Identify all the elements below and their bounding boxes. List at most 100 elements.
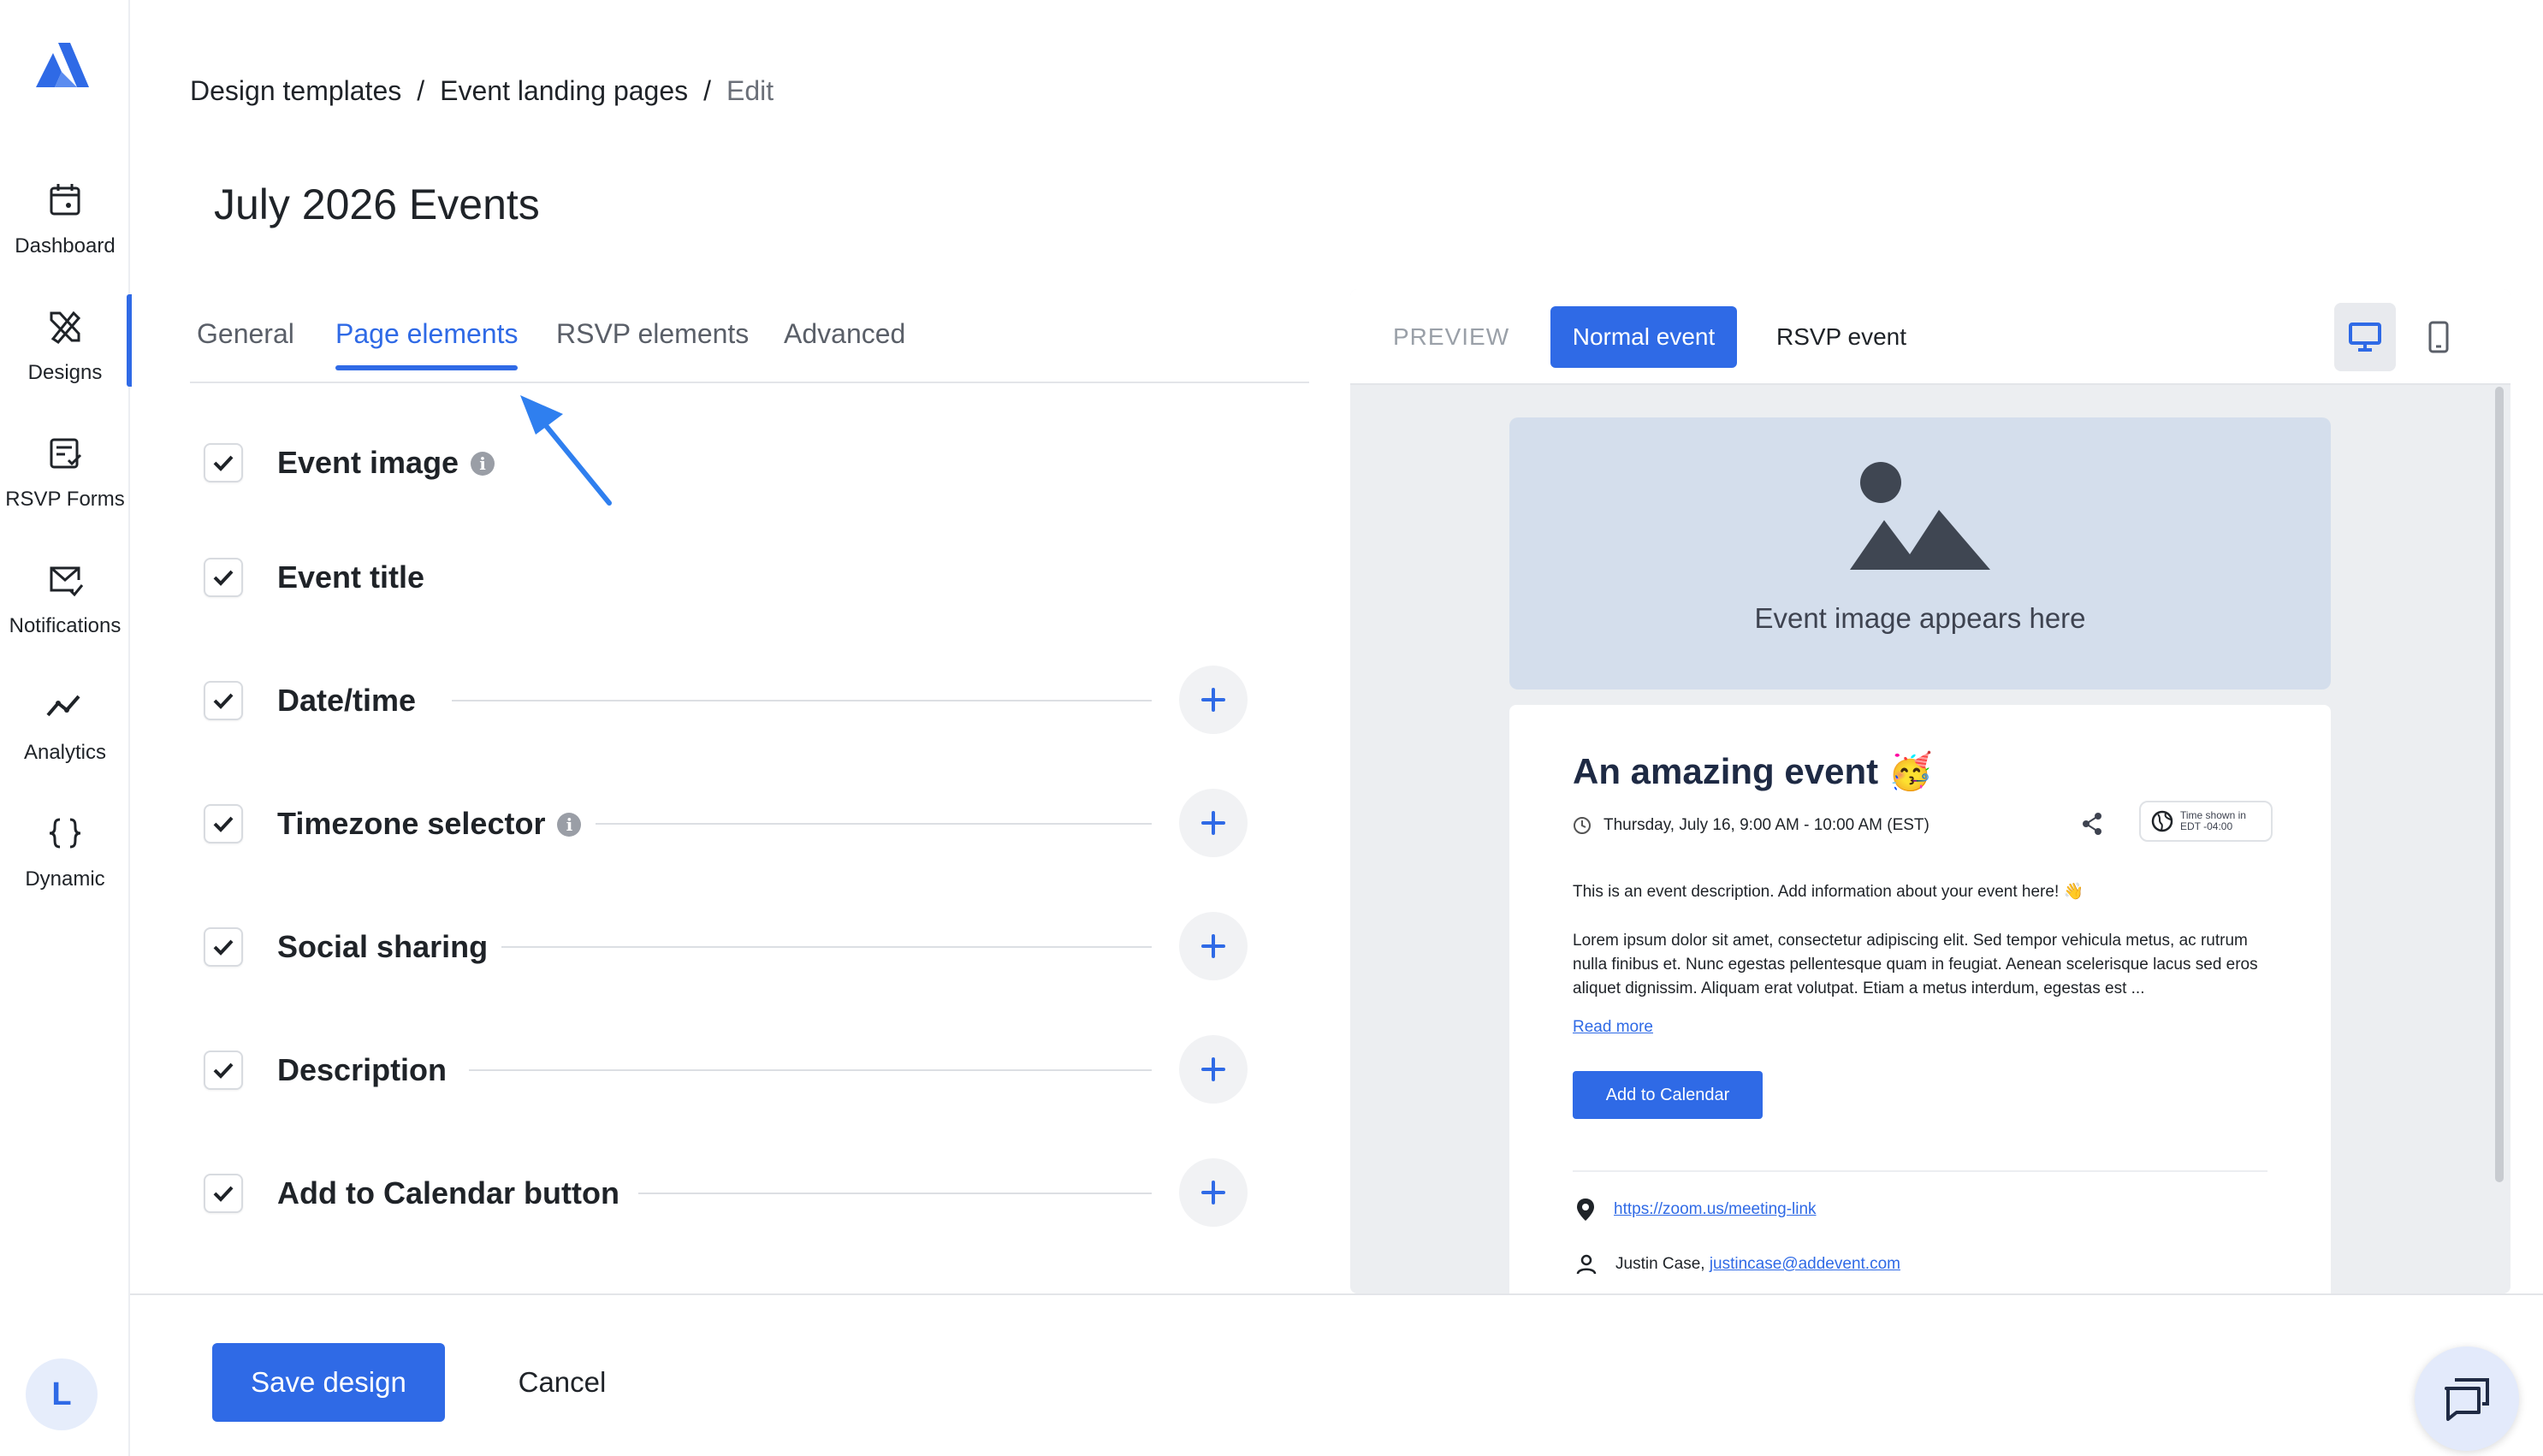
event-image-placeholder: Event image appears here bbox=[1509, 417, 2331, 690]
plus-icon bbox=[1201, 688, 1225, 712]
sidebar-item-label: Designs bbox=[27, 361, 103, 384]
sidebar-item-label: RSVP Forms bbox=[5, 488, 125, 511]
app-logo-icon[interactable] bbox=[33, 38, 92, 98]
desktop-view-button[interactable] bbox=[2334, 303, 2396, 371]
event-card: An amazing event 🥳 Thursday, July 16, 9:… bbox=[1509, 705, 2331, 1293]
normal-event-toggle[interactable]: Normal event bbox=[1550, 306, 1737, 368]
element-row-timezone-selector: Timezone selector i bbox=[204, 789, 1248, 857]
globe-icon bbox=[2151, 810, 2173, 832]
plus-icon bbox=[1201, 1181, 1225, 1204]
event-date-row: Thursday, July 16, 9:00 AM - 10:00 AM (E… bbox=[1573, 816, 1929, 835]
element-row-social-sharing: Social sharing bbox=[204, 912, 1248, 980]
element-label: Social sharing bbox=[277, 929, 489, 964]
timezone-selector[interactable]: Time shown in EDT -04:00 bbox=[2139, 801, 2273, 842]
add-to-calendar-button[interactable]: Add to Calendar bbox=[1573, 1071, 1763, 1119]
breadcrumb-separator: / bbox=[417, 75, 425, 106]
date-time-checkbox[interactable] bbox=[204, 681, 243, 720]
preview-panel: PREVIEW Normal event RSVP event Event im… bbox=[1350, 289, 2510, 1293]
chat-support-button[interactable] bbox=[2415, 1347, 2519, 1451]
event-description-body: Lorem ipsum dolor sit amet, consectetur … bbox=[1573, 932, 2258, 997]
breadcrumb-design-templates[interactable]: Design templates bbox=[190, 75, 401, 107]
info-icon[interactable]: i bbox=[557, 813, 582, 837]
tab-page-elements[interactable]: Page elements bbox=[335, 318, 519, 370]
image-icon bbox=[1850, 462, 1990, 570]
cancel-button[interactable]: Cancel bbox=[498, 1343, 626, 1422]
element-row-event-title: Event title bbox=[204, 542, 1248, 611]
sidebar-item-analytics[interactable]: Analytics bbox=[0, 674, 130, 785]
add-social-sharing-button[interactable] bbox=[1179, 912, 1248, 980]
element-row-date-time: Date/time bbox=[204, 666, 1248, 734]
organizer-email-link[interactable]: justincase@addevent.com bbox=[1710, 1255, 1900, 1273]
element-label: Event title bbox=[277, 559, 425, 595]
element-label: Event image bbox=[277, 445, 459, 480]
add-to-calendar-checkbox[interactable] bbox=[204, 1174, 243, 1213]
sidebar-item-label: Notifications bbox=[9, 614, 122, 637]
sidebar: Dashboard Designs RSVP Forms Notificatio… bbox=[0, 0, 132, 1456]
plus-icon bbox=[1201, 1057, 1225, 1081]
social-sharing-checkbox[interactable] bbox=[204, 927, 243, 967]
clock-icon bbox=[1574, 817, 1591, 834]
plus-icon bbox=[1201, 811, 1225, 835]
add-calendar-button-settings[interactable] bbox=[1179, 1158, 1248, 1227]
location-row: https://zoom.us/meeting-link bbox=[1576, 1198, 1817, 1222]
tz-line-2: EDT -04:00 bbox=[2180, 820, 2233, 832]
description-checkbox[interactable] bbox=[204, 1051, 243, 1090]
element-row-add-to-calendar: Add to Calendar button bbox=[204, 1158, 1248, 1227]
event-date-time: Thursday, July 16, 9:00 AM - 10:00 AM (E… bbox=[1603, 816, 1929, 834]
tab-rsvp-elements[interactable]: RSVP elements bbox=[556, 318, 749, 369]
sidebar-item-label: Dynamic bbox=[25, 867, 105, 891]
row-divider bbox=[452, 700, 1152, 701]
sidebar-item-rsvp-forms[interactable]: RSVP Forms bbox=[0, 421, 130, 532]
element-label: Description bbox=[277, 1052, 448, 1087]
read-more-link[interactable]: Read more bbox=[1573, 1018, 1653, 1037]
mobile-icon bbox=[2428, 321, 2449, 353]
element-label: Timezone selector bbox=[277, 806, 546, 841]
desktop-icon bbox=[2349, 323, 2381, 352]
event-image-checkbox[interactable] bbox=[204, 443, 243, 482]
breadcrumb-edit: Edit bbox=[726, 75, 774, 106]
calendar-icon bbox=[50, 184, 80, 216]
rsvp-form-icon bbox=[50, 438, 82, 469]
rsvp-event-toggle[interactable]: RSVP event bbox=[1756, 306, 1927, 368]
breadcrumb-separator: / bbox=[703, 75, 712, 106]
preview-label: PREVIEW bbox=[1393, 323, 1510, 350]
preview-toolbar: PREVIEW Normal event RSVP event bbox=[1350, 289, 2510, 385]
checkmark-icon bbox=[213, 693, 234, 709]
event-description: This is an event description. Add inform… bbox=[1573, 883, 2084, 901]
add-description-button[interactable] bbox=[1179, 1035, 1248, 1104]
tab-bar: General Page elements RSVP elements Adva… bbox=[190, 301, 1309, 383]
sidebar-item-dynamic[interactable]: Dynamic bbox=[0, 801, 130, 912]
info-icon[interactable]: i bbox=[471, 452, 495, 476]
person-icon bbox=[1576, 1254, 1597, 1275]
footer-bar: Save design Cancel bbox=[130, 1293, 2543, 1456]
add-date-time-button[interactable] bbox=[1179, 666, 1248, 734]
card-divider bbox=[1573, 1170, 2267, 1172]
avatar[interactable]: L bbox=[26, 1358, 98, 1430]
tab-advanced[interactable]: Advanced bbox=[784, 318, 905, 369]
row-divider bbox=[501, 946, 1152, 948]
add-timezone-selector-button[interactable] bbox=[1179, 789, 1248, 857]
checkmark-icon bbox=[213, 939, 234, 956]
tab-general[interactable]: General bbox=[197, 318, 294, 369]
timezone-selector-checkbox[interactable] bbox=[204, 804, 243, 843]
organizer-row: Justin Case, justincase@addevent.com bbox=[1576, 1254, 1900, 1275]
sidebar-item-label: Dashboard bbox=[15, 234, 116, 257]
breadcrumb-event-landing-pages[interactable]: Event landing pages bbox=[440, 75, 688, 107]
mobile-view-button[interactable] bbox=[2408, 303, 2469, 371]
checkmark-icon bbox=[213, 1186, 234, 1202]
sidebar-item-designs[interactable]: Designs bbox=[0, 294, 132, 405]
sidebar-item-dashboard[interactable]: Dashboard bbox=[0, 168, 130, 279]
save-design-button[interactable]: Save design bbox=[212, 1343, 445, 1422]
event-title-checkbox[interactable] bbox=[204, 558, 243, 597]
row-divider bbox=[596, 823, 1152, 825]
plus-icon bbox=[1201, 934, 1225, 958]
braces-icon bbox=[49, 818, 81, 849]
checkmark-icon bbox=[213, 455, 234, 471]
row-divider bbox=[638, 1193, 1152, 1194]
image-placeholder-caption: Event image appears here bbox=[1754, 602, 2086, 634]
sidebar-item-notifications[interactable]: Notifications bbox=[0, 547, 130, 659]
location-pin-icon bbox=[1577, 1199, 1594, 1221]
preview-scrollbar[interactable] bbox=[2495, 387, 2504, 1182]
location-link[interactable]: https://zoom.us/meeting-link bbox=[1614, 1200, 1817, 1219]
share-icon[interactable] bbox=[2079, 811, 2105, 837]
